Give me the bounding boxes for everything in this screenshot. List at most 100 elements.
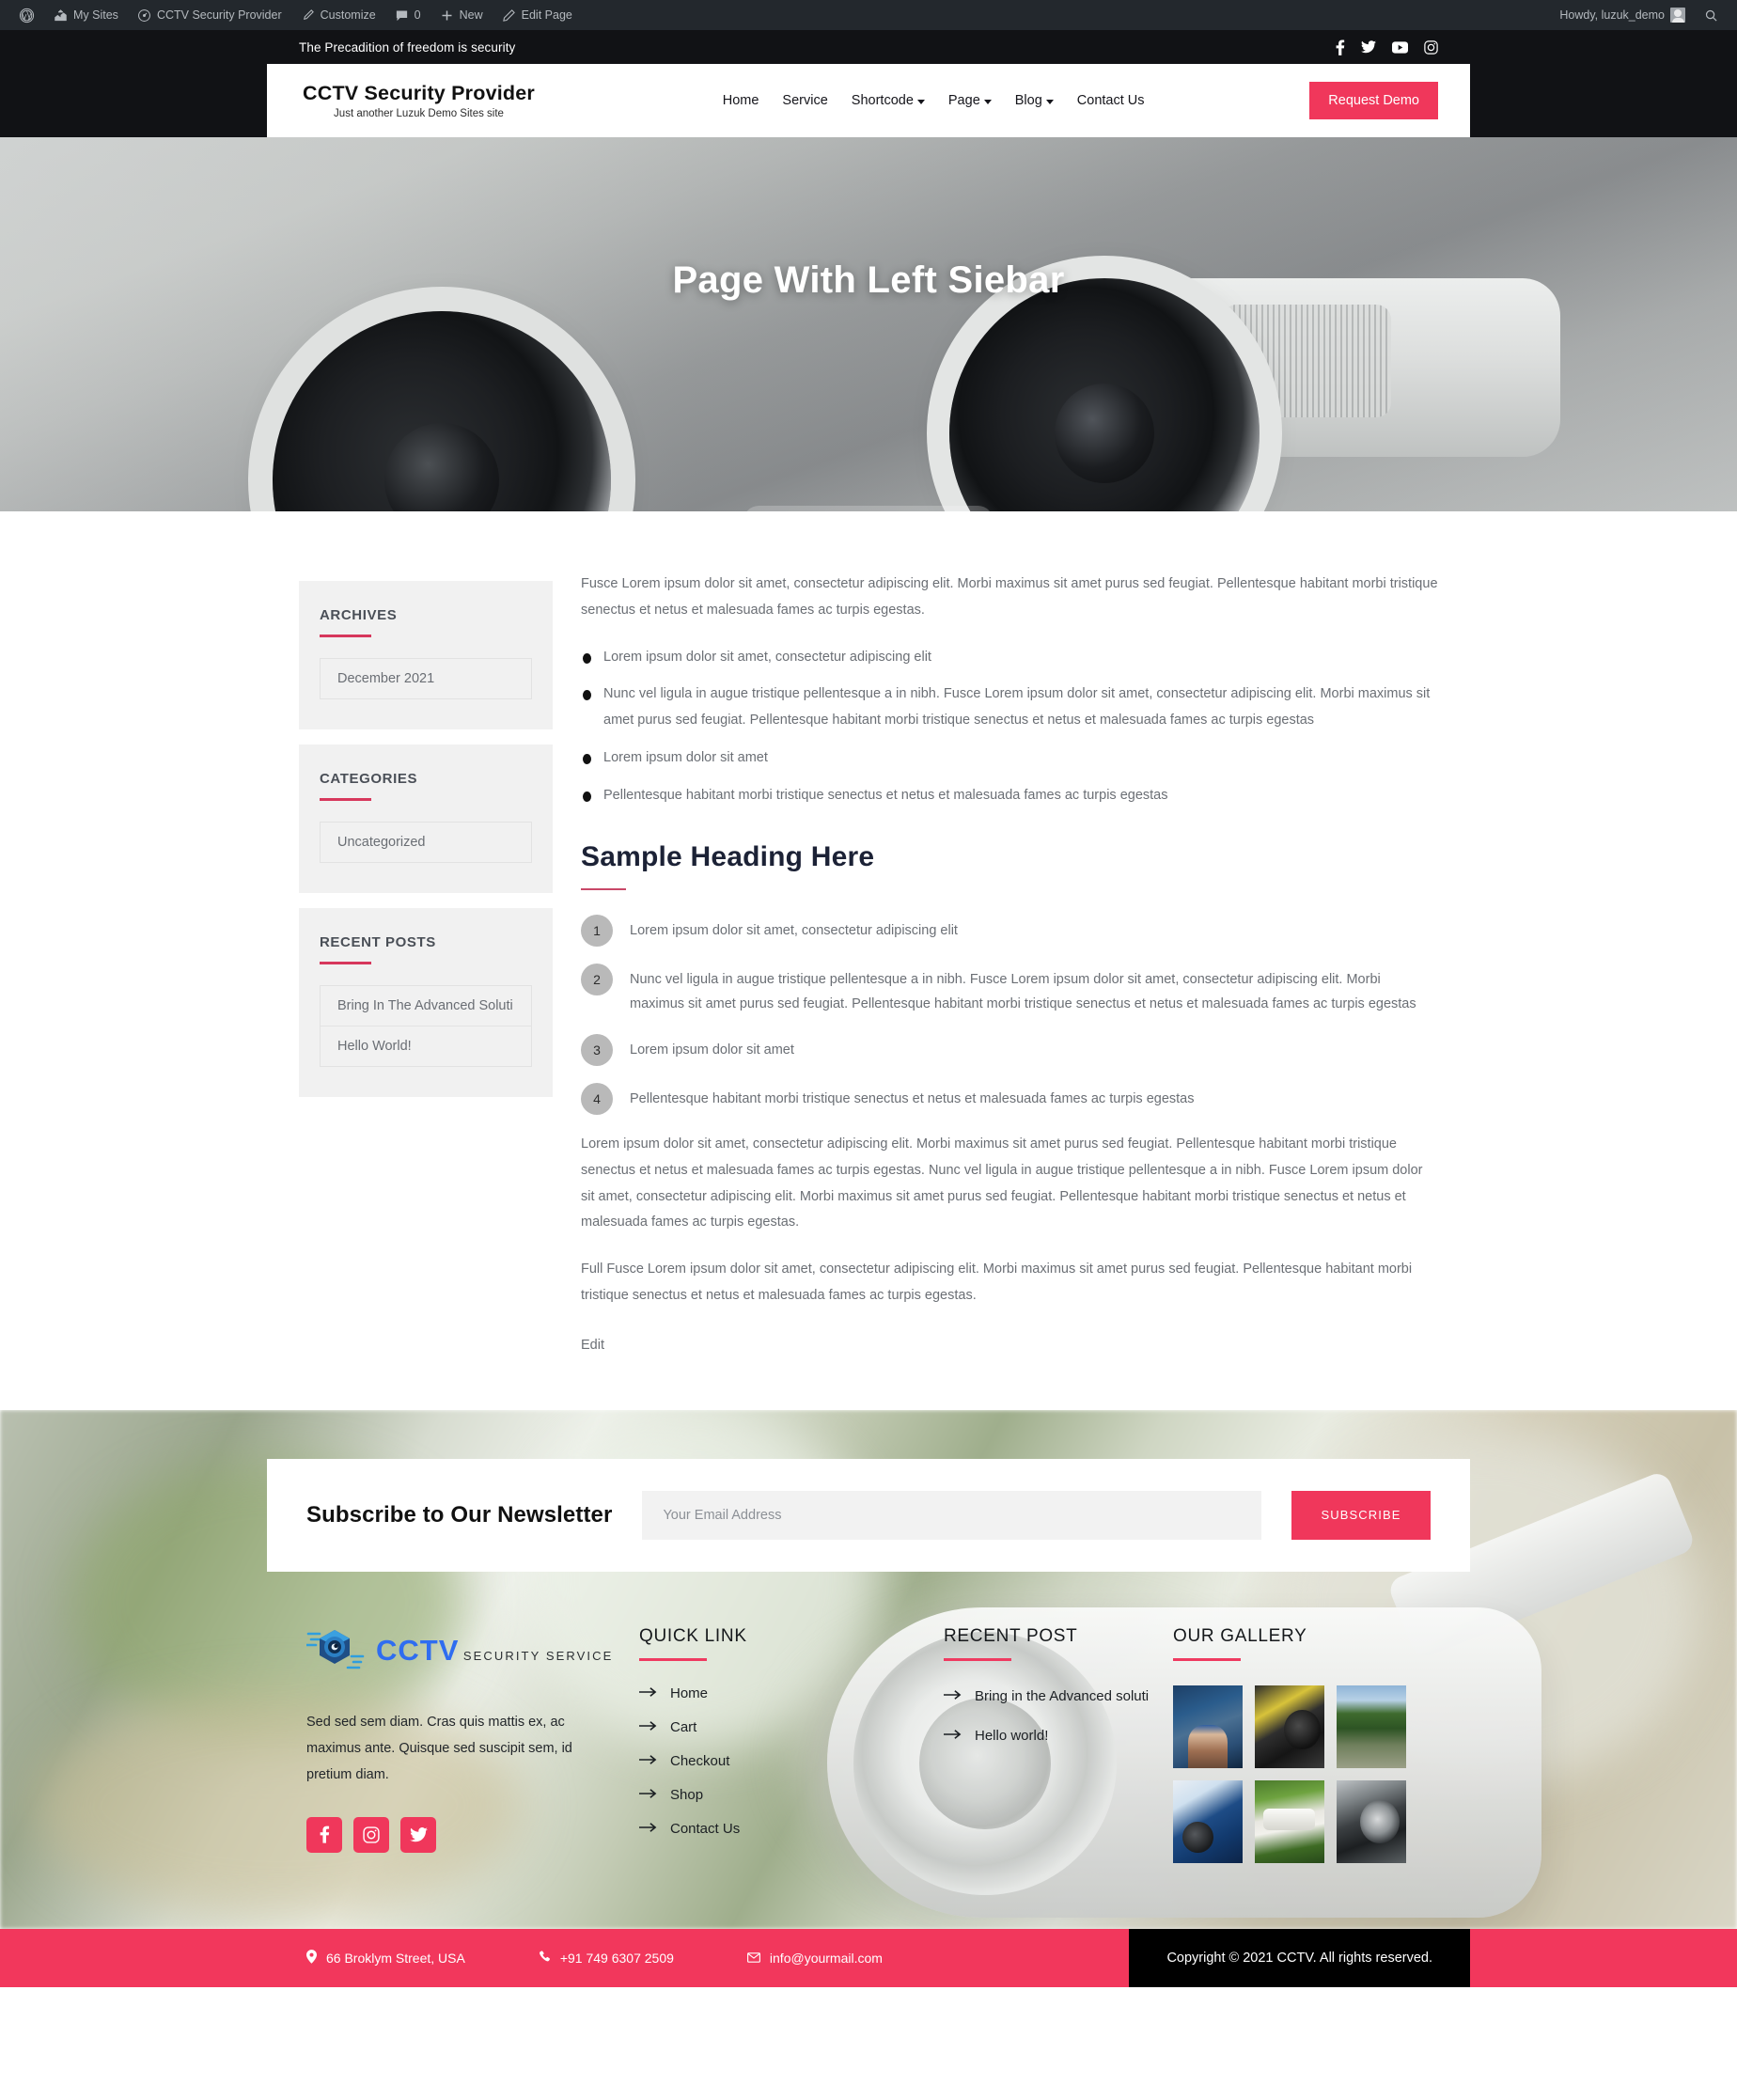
nav-label: Service [782,93,828,108]
howdy-label: Howdy, luzuk_demo [1559,8,1665,22]
list-number-badge: 4 [581,1082,613,1115]
footer-recent-post-1[interactable]: Bring in the Advanced soluti [944,1685,1150,1707]
gallery-thumbnail[interactable] [1255,1685,1324,1768]
copyright-text: Copyright © 2021 CCTV. All rights reserv… [1129,1928,1470,1987]
nav-item-page[interactable]: Page [948,93,992,108]
footer-link-label: Bring in the Advanced soluti [975,1687,1150,1704]
hero-background-image [0,137,1737,511]
footer-column-underline [944,1657,1011,1661]
site-header-wrap: CCTV Security Provider Just another Luzu… [0,64,1737,137]
site-header: CCTV Security Provider Just another Luzu… [267,64,1470,137]
list-item: 2 Nunc vel ligula in augue tristique pel… [581,964,1438,1017]
footer-email[interactable]: info@yourmail.com [746,1951,883,1966]
footer-address-label: 66 Broklym Street, USA [326,1950,465,1966]
footer-phone[interactable]: +91 749 6307 2509 [539,1951,674,1966]
footer-recent-post-2[interactable]: Hello world! [944,1725,1150,1747]
footer-link-home[interactable]: Home [639,1685,921,1701]
footer-column-title: QUICK LINK [639,1625,747,1646]
twitter-icon[interactable] [400,1816,436,1853]
footer-link-shop[interactable]: Shop [639,1787,921,1803]
wordpress-logo-menu[interactable] [9,0,44,30]
subscribe-button[interactable]: SUBSCRIBE [1291,1490,1431,1540]
footer-address[interactable]: 66 Broklym Street, USA [306,1950,465,1967]
admin-bar-item-edit-page[interactable]: Edit Page [493,0,582,30]
page-content: Fusce Lorem ipsum dolor sit amet, consec… [581,568,1438,1354]
list-item[interactable]: Uncategorized [321,823,531,863]
gallery-thumbnail[interactable] [1255,1779,1324,1863]
gallery-thumbnail[interactable] [1173,1779,1243,1863]
nav-item-blog[interactable]: Blog [1015,93,1054,108]
nav-item-service[interactable]: Service [782,93,827,108]
admin-bar-item-my-sites[interactable]: My Sites [44,0,128,30]
footer-column-about: CCTV SECURITY SERVICE Sed sed sem diam. … [305,1626,617,1863]
paintbrush-icon [301,8,315,23]
list-number-badge: 3 [581,1033,613,1066]
footer-phone-label: +91 749 6307 2509 [559,1950,674,1966]
footer-bottom-inner: 66 Broklym Street, USA +91 749 6307 2509… [267,1928,1470,1987]
list-item: 3 Lorem ipsum dolor sit amet [581,1033,1438,1066]
admin-bar-item-customize[interactable]: Customize [291,0,385,30]
footer-column-title: RECENT POST [944,1625,1078,1646]
wordpress-logo-icon [19,8,35,24]
section-underline [581,887,626,891]
instagram-icon[interactable] [1424,39,1438,55]
footer-column-underline [639,1657,707,1661]
admin-bar-item-site-name[interactable]: CCTV Security Provider [128,0,291,30]
admin-bar-search[interactable] [1695,0,1728,30]
admin-bar-item-comments[interactable]: 0 [385,0,430,30]
footer-link-label: Contact Us [670,1820,741,1837]
youtube-icon[interactable] [1392,40,1408,54]
pencil-icon [502,8,516,23]
nav-label: Blog [1014,93,1042,108]
numbered-list: 1 Lorem ipsum dolor sit amet, consectetu… [581,915,1438,1115]
footer-logo-main: CCTV [376,1634,460,1668]
facebook-icon[interactable] [1336,39,1345,55]
footer-social-list [306,1816,617,1853]
footer-link-label: Hello world! [975,1728,1049,1745]
arrow-right-icon [639,1787,657,1803]
arrow-right-icon [944,1725,962,1747]
comment-icon [395,8,409,23]
body-paragraph-3: Full Fusce Lorem ipsum dolor sit amet, c… [581,1262,1413,1304]
twitter-icon[interactable] [1361,40,1376,54]
breadcrumb: Home » Page With Left Siebar [743,506,994,511]
footer-column-quick-link: QUICK LINK Home Cart Checkout Shop Conta… [639,1626,921,1863]
section-heading: Sample Heading Here [581,840,875,872]
footer-logo-sub: SECURITY SERVICE [462,1649,614,1664]
facebook-icon[interactable] [306,1816,342,1853]
intro-paragraph: Fusce Lorem ipsum dolor sit amet, consec… [581,576,1438,618]
email-field[interactable] [642,1490,1261,1540]
chevron-down-icon [983,99,992,104]
nav-item-home[interactable]: Home [723,93,759,108]
admin-bar-howdy[interactable]: Howdy, luzuk_demo [1550,0,1695,30]
edit-post-link[interactable]: Edit [581,1338,604,1353]
footer-link-checkout[interactable]: Checkout [639,1753,921,1769]
footer-link-cart[interactable]: Cart [639,1719,921,1735]
body-paragraph-2: Lorem ipsum dolor sit amet, consectetur … [581,1136,1423,1230]
arrow-right-icon [639,1719,657,1735]
list-item[interactable]: Bring In The Advanced Soluti [321,986,531,1026]
location-pin-icon [306,1950,317,1967]
quick-links-list: Home Cart Checkout Shop Contact Us [639,1685,921,1837]
archives-list: December 2021 [320,658,532,699]
nav-item-shortcode[interactable]: Shortcode [852,93,925,108]
gallery-thumbnail[interactable] [1337,1685,1406,1768]
widget-archives: ARCHIVES December 2021 [299,581,553,729]
gallery-thumbnail[interactable] [1337,1779,1406,1863]
footer-link-contact-us[interactable]: Contact Us [639,1821,921,1837]
list-item[interactable]: December 2021 [321,659,531,699]
gallery-thumbnail[interactable] [1173,1685,1243,1768]
instagram-icon[interactable] [353,1816,389,1853]
gallery-grid [1173,1685,1436,1863]
footer-link-label: Shop [670,1786,704,1803]
site-branding[interactable]: CCTV Security Provider Just another Luzu… [299,82,539,119]
list-item[interactable]: Hello World! [321,1026,531,1067]
footer-link-label: Checkout [670,1752,730,1769]
nav-item-contact-us[interactable]: Contact Us [1077,93,1145,108]
request-demo-button[interactable]: Request Demo [1309,82,1438,119]
nav-label: Page [947,93,980,108]
admin-bar-item-new[interactable]: New [430,0,493,30]
widget-underline [320,962,371,964]
arrow-right-icon [944,1685,962,1707]
footer-logo[interactable]: CCTV SECURITY SERVICE [305,1626,617,1675]
